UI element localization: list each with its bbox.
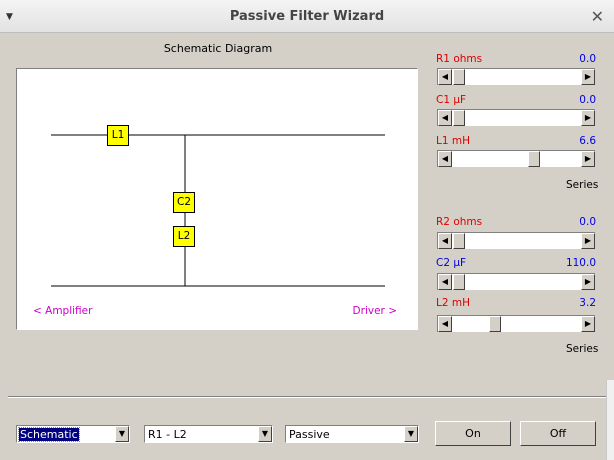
type-select[interactable]: Passive ▼	[285, 425, 419, 443]
l2-label: L2 mH	[436, 297, 470, 309]
on-button[interactable]: On	[435, 421, 511, 446]
r2-label: R2 ohms	[436, 216, 483, 228]
close-icon[interactable]: ✕	[591, 7, 604, 26]
l1-label: L1 mH	[436, 135, 470, 147]
footer-separator	[8, 396, 606, 398]
r1-value: 0.0	[579, 53, 596, 65]
range-select-value: R1 - L2	[148, 428, 187, 441]
view-select-value: Schematic	[18, 427, 80, 442]
slider-thumb[interactable]	[453, 110, 465, 126]
slider-left-arrow-icon[interactable]: ◀	[438, 274, 452, 290]
driver-label: Driver >	[352, 305, 397, 317]
slider-right-arrow-icon[interactable]: ▶	[581, 316, 595, 332]
slider-left-arrow-icon[interactable]: ◀	[438, 69, 452, 85]
l2-slider[interactable]: ◀ ▶	[437, 315, 595, 332]
slider-right-arrow-icon[interactable]: ▶	[581, 151, 595, 167]
section2-mode: Series	[566, 343, 599, 355]
chevron-down-icon[interactable]: ▼	[404, 426, 418, 442]
capacitor-c2[interactable]: C2	[173, 192, 195, 213]
slider-left-arrow-icon[interactable]: ◀	[438, 151, 452, 167]
r2-slider[interactable]: ◀ ▶	[437, 232, 595, 249]
slider-right-arrow-icon[interactable]: ▶	[581, 110, 595, 126]
slider-left-arrow-icon[interactable]: ◀	[438, 233, 452, 249]
r1-slider[interactable]: ◀ ▶	[437, 68, 595, 85]
slider-thumb[interactable]	[453, 274, 465, 290]
range-select[interactable]: R1 - L2 ▼	[144, 425, 273, 443]
slider-left-arrow-icon[interactable]: ◀	[438, 110, 452, 126]
window-title: Passive Filter Wizard	[229, 9, 385, 24]
slider-thumb[interactable]	[453, 233, 465, 249]
c1-value: 0.0	[579, 94, 596, 106]
slider-left-arrow-icon[interactable]: ◀	[438, 316, 452, 332]
slider-right-arrow-icon[interactable]: ▶	[581, 233, 595, 249]
c1-slider[interactable]: ◀ ▶	[437, 109, 595, 126]
l2-value: 3.2	[579, 297, 596, 309]
r1-label: R1 ohms	[436, 53, 483, 65]
diagram-label: Schematic Diagram	[163, 42, 273, 55]
l1-slider[interactable]: ◀ ▶	[437, 150, 595, 167]
schematic-canvas: L1 C2 L2 < Amplifier Driver >	[16, 68, 418, 330]
slider-right-arrow-icon[interactable]: ▶	[581, 69, 595, 85]
slider-thumb[interactable]	[528, 151, 540, 167]
c1-label: C1 µF	[436, 94, 467, 106]
amplifier-label: < Amplifier	[33, 305, 93, 317]
slider-thumb[interactable]	[453, 69, 465, 85]
view-select[interactable]: Schematic ▼	[16, 425, 130, 443]
title-bar: ▼ Passive Filter Wizard ✕	[0, 0, 614, 33]
chevron-down-icon[interactable]: ▼	[258, 426, 272, 442]
inductor-l1[interactable]: L1	[107, 125, 129, 146]
slider-thumb[interactable]	[489, 316, 501, 332]
type-select-value: Passive	[289, 428, 330, 441]
schematic-wires	[51, 134, 385, 287]
c2-label: C2 µF	[436, 257, 467, 269]
inductor-l2[interactable]: L2	[173, 226, 195, 247]
r2-value: 0.0	[579, 216, 596, 228]
c2-slider[interactable]: ◀ ▶	[437, 273, 595, 290]
slider-right-arrow-icon[interactable]: ▶	[581, 274, 595, 290]
chevron-down-icon[interactable]: ▼	[115, 426, 129, 442]
off-button[interactable]: Off	[520, 421, 596, 446]
l1-value: 6.6	[579, 135, 596, 147]
c2-value: 110.0	[565, 257, 596, 269]
window-edge	[606, 380, 614, 460]
section1-mode: Series	[566, 179, 599, 191]
